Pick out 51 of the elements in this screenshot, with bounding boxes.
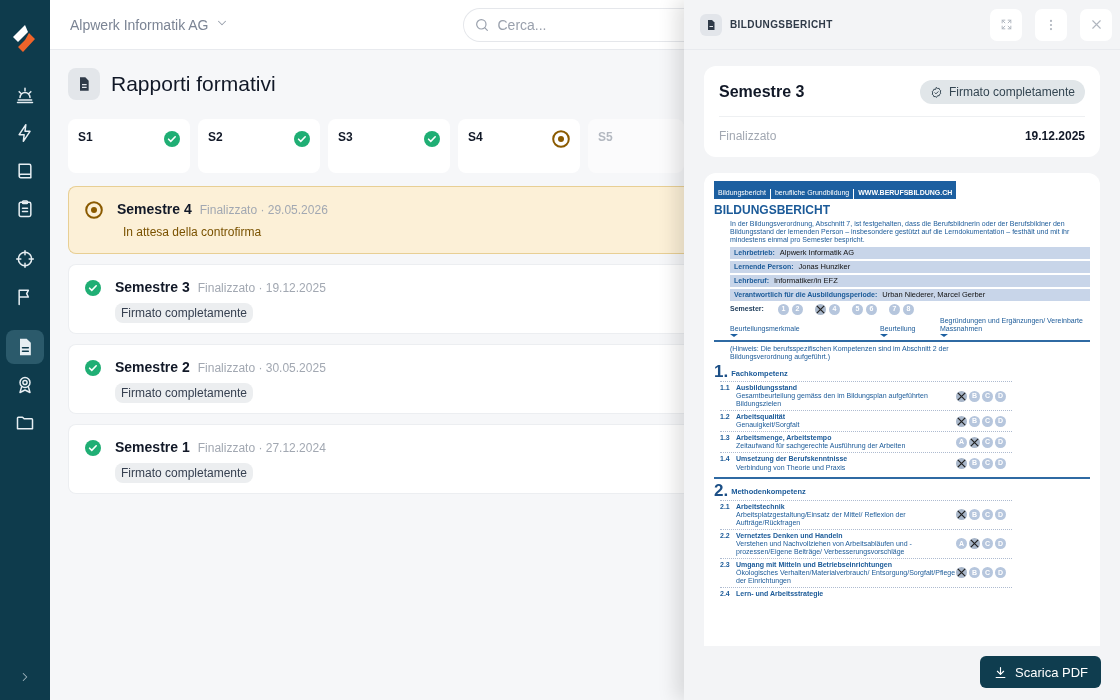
section-number: 1. (714, 363, 729, 381)
finalized-date: Finalizzato · 30.05.2025 (197, 361, 326, 375)
check-circle-icon (85, 360, 101, 376)
sidebar-item[interactable] (6, 330, 44, 364)
search-field[interactable]: Cerca... (462, 7, 684, 42)
status-badge: Firmato completamente (115, 463, 254, 483)
folder-icon (15, 413, 35, 433)
field-label: Finalizzato (719, 129, 777, 143)
semester-title: Semestre 1 (115, 439, 190, 455)
company-name[interactable]: Alpwerk Informatik AG (70, 16, 209, 33)
semester-tab[interactable]: S3 (328, 119, 450, 173)
semester-tab[interactable]: S2 (198, 119, 320, 173)
book-icon (15, 161, 35, 181)
field-value: 19.12.2025 (1024, 129, 1085, 143)
status-text: In attesa della controfirma (123, 225, 263, 239)
check-circle-icon (85, 440, 101, 456)
semester-tab[interactable]: S4 (458, 119, 580, 173)
check-circle-icon (424, 131, 440, 147)
semester-title: Semestre 2 (115, 359, 190, 375)
section-number: 2. (714, 481, 729, 499)
document-title: BILDUNGSBERICHT (714, 204, 831, 218)
radio-dot-icon (85, 201, 103, 219)
download-icon (993, 664, 1009, 680)
finalized-date: Finalizzato · 19.12.2025 (197, 281, 326, 295)
check-circle-icon (294, 131, 310, 147)
finalized-date: Finalizzato · 27.12.2024 (197, 441, 326, 455)
semester-tab[interactable]: S1 (68, 119, 190, 173)
page-title: Rapporti formativi (111, 72, 276, 96)
status-badge: Firmato completamente (115, 383, 254, 403)
sunrise-icon (15, 85, 35, 105)
radio-dot-icon (552, 130, 570, 148)
semester-title: Semestre 3 (719, 83, 805, 101)
semester-title: Semestre 3 (115, 279, 190, 295)
document-icon (705, 18, 717, 31)
semester-card[interactable]: Semestre 1 Finalizzato · 27.12.2024 Firmato completamente (68, 424, 684, 494)
badge-check-icon (929, 85, 943, 99)
panel-title: BILDUNGSBERICHT (730, 19, 834, 30)
clipboard-icon (15, 199, 35, 219)
crosshair-icon (15, 249, 35, 269)
expand-icon (999, 18, 1013, 31)
check-circle-icon (164, 131, 180, 147)
status-badge: Firmato completamente (115, 303, 254, 323)
status-badge: Firmato completamente (919, 80, 1085, 104)
finalized-date: Finalizzato · 29.05.2026 (199, 203, 328, 217)
search-icon (473, 16, 490, 33)
download-pdf-button[interactable]: Scarica PDF (980, 656, 1101, 688)
semester-title: Semestre 4 (117, 201, 192, 217)
semester-card[interactable]: Semestre 4 Finalizzato · 29.05.2026 In attesa della controfirma (68, 186, 684, 254)
check-circle-icon (85, 280, 101, 296)
semester-card[interactable]: Semestre 3 Finalizzato · 19.12.2025 Firmato completamente (68, 264, 684, 334)
semester-card[interactable]: Semestre 2 Finalizzato · 30.05.2025 Firmato completamente (68, 344, 684, 414)
